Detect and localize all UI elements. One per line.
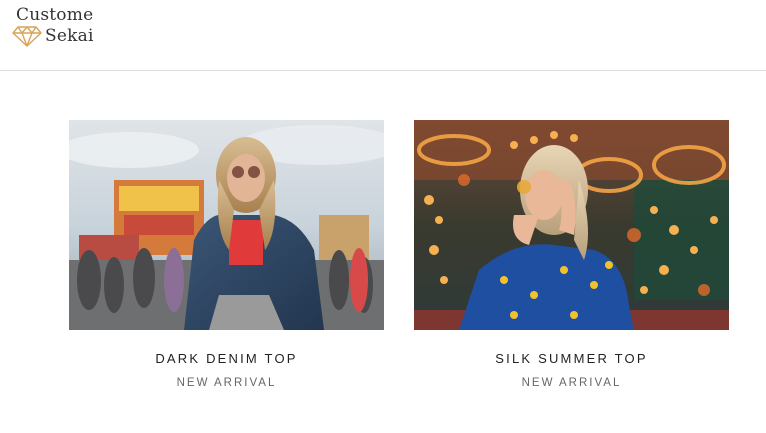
product-badge: NEW ARRIVAL [176, 377, 277, 389]
brand-name-line2: Sekai [45, 26, 94, 46]
diamond-icon [12, 26, 42, 47]
brand-logo[interactable]: Custome Sekai [12, 5, 112, 49]
product-image[interactable] [69, 120, 384, 330]
product-title[interactable]: DARK DENIM TOP [69, 351, 384, 369]
product-title[interactable]: SILK SUMMER TOP [414, 351, 729, 369]
site-header: Custome Sekai [0, 0, 766, 71]
brand-name-line1: Custome [16, 5, 94, 25]
product-badge: NEW ARRIVAL [521, 377, 622, 389]
product-image[interactable] [414, 120, 729, 330]
product-card: SILK SUMMER TOP NEW ARRIVAL [414, 120, 729, 389]
product-card: DARK DENIM TOP NEW ARRIVAL [69, 120, 384, 389]
